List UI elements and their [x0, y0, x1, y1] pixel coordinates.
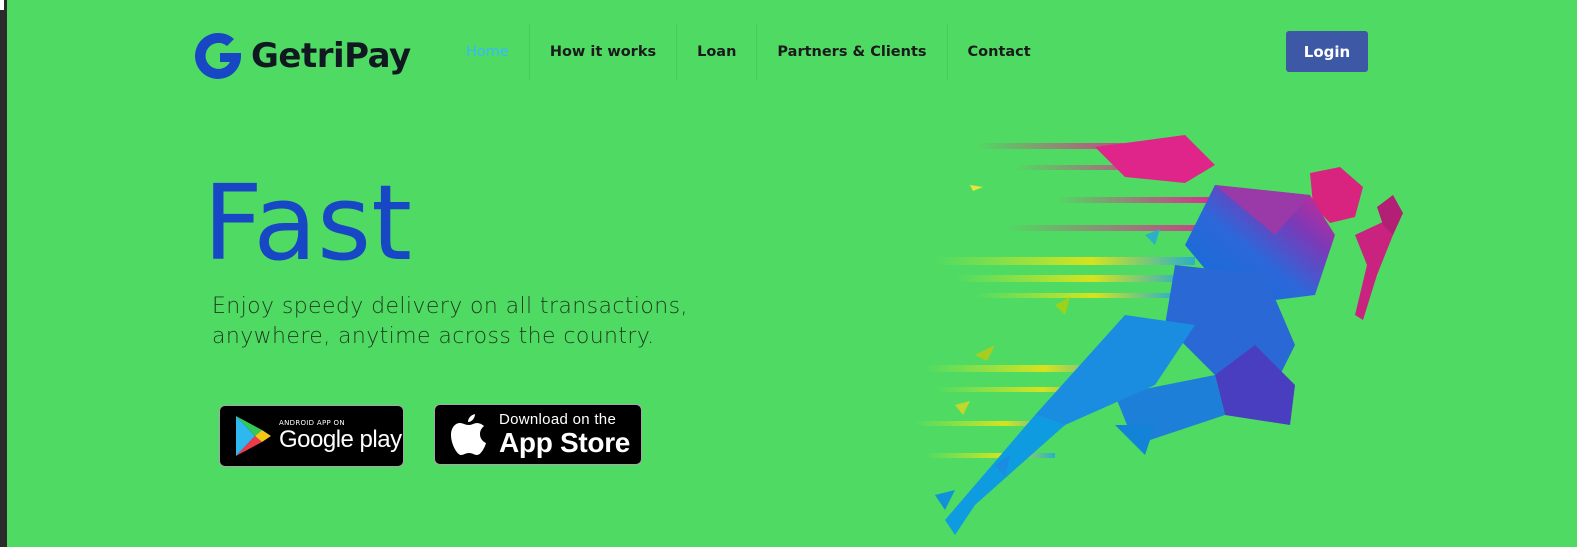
main-nav: Home How it works Loan Partners & Client…: [446, 24, 1051, 80]
brand-logo[interactable]: GetriPay: [193, 30, 411, 82]
getripay-logo-icon: [195, 32, 241, 79]
brand-name: GetriPay: [251, 36, 411, 76]
google-play-big-text: Google play: [279, 426, 402, 453]
nav-partners-clients[interactable]: Partners & Clients: [757, 24, 948, 80]
hero-subtitle-line-1: Enjoy speedy delivery on all transaction…: [212, 294, 688, 319]
login-button[interactable]: Login: [1286, 31, 1368, 72]
hero-title: Fast: [203, 162, 412, 284]
nav-how-it-works[interactable]: How it works: [530, 24, 678, 80]
google-play-badge[interactable]: ANDROID APP ON Google play: [219, 405, 404, 467]
apple-icon: [451, 413, 486, 455]
running-man-illustration: [915, 135, 1403, 535]
nav-contact[interactable]: Contact: [948, 24, 1051, 80]
app-store-small-text: Download on the: [499, 411, 617, 428]
hero-subtitle-line-2: anywhere, anytime across the country.: [212, 324, 655, 349]
google-play-icon: [236, 416, 271, 456]
app-store-big-text: App Store: [499, 427, 631, 458]
nav-loan[interactable]: Loan: [677, 24, 758, 80]
app-store-badge[interactable]: Download on the App Store: [434, 404, 642, 465]
nav-home[interactable]: Home: [446, 24, 530, 80]
hero-subtitle: Enjoy speedy delivery on all transaction…: [212, 292, 812, 352]
window-edge: [0, 0, 7, 547]
